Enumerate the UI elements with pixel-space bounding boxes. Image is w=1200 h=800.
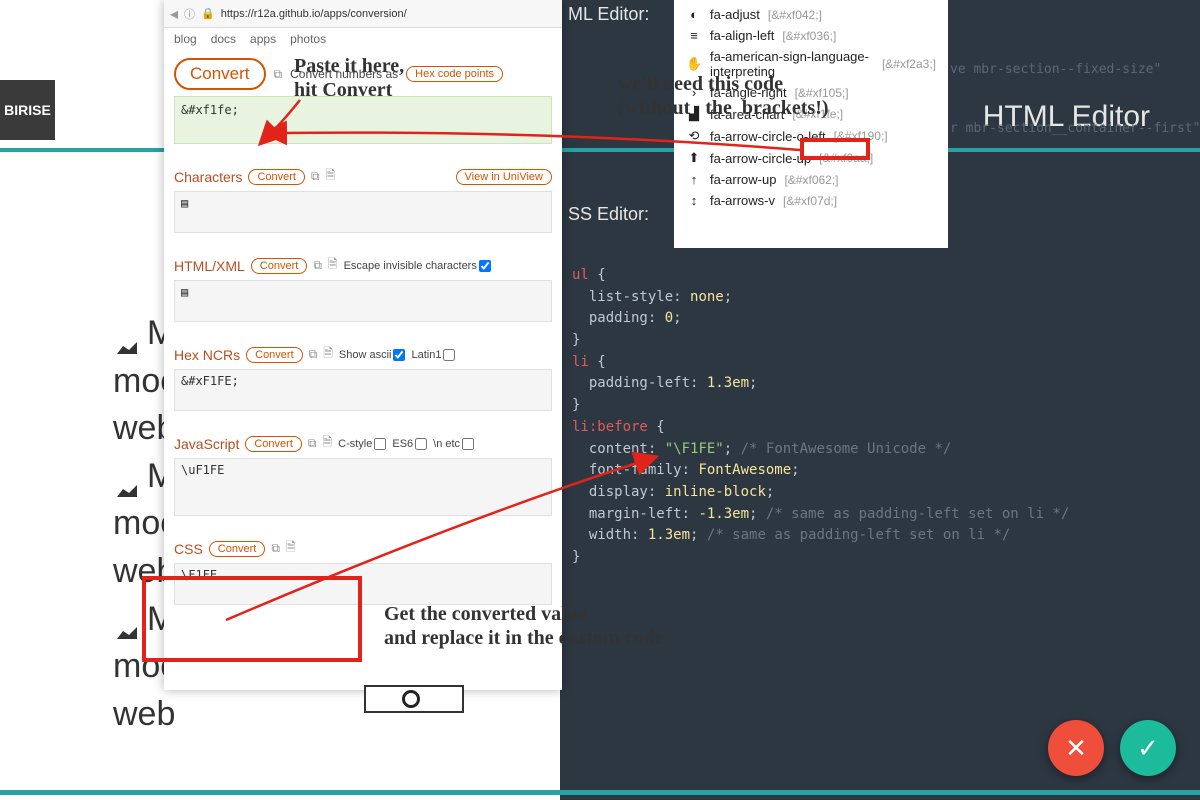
highlight-box-css-output [142,576,362,662]
convert-button[interactable]: Convert [174,58,266,90]
icon-code: [&#xf042;] [768,8,822,22]
icon-name[interactable]: fa-arrow-up [710,172,776,187]
icon-reference-panel: ◐ fa-adjust [&#xf042;] ≡ fa-align-left [&#xf… [674,0,948,248]
characters-title: Characters [174,169,242,185]
htmlxml-convert-button[interactable]: Convert [251,258,308,274]
css-convert-button[interactable]: Convert [209,541,266,557]
align-left-icon: ≡ [686,28,702,43]
back-icon[interactable]: ◂ [170,4,178,24]
icon-name[interactable]: fa-arrows-v [710,193,775,208]
copy-icon[interactable]: ⧉ [308,436,317,451]
icon-code: [&#xf2a3;] [882,57,936,71]
list-item: ◐ fa-adjust [&#xf042;] [686,4,936,25]
annotation-paste: Paste it here, hit Convert [294,54,404,102]
check-icon: ✓ [1137,733,1159,764]
nav-docs[interactable]: docs [211,32,236,46]
list-item: ≡ fa-align-left [&#xf036;] [686,25,936,46]
copy-icon[interactable]: ⧉ [311,169,320,184]
copy-icon[interactable]: ⧉ [309,347,318,362]
arrow-circle-left-icon: ⟲ [686,128,702,144]
list-item: ↑ fa-arrow-up [&#xf062;] [686,169,936,190]
characters-convert-button[interactable]: Convert [248,169,305,185]
lock-icon: 🔒 [201,7,215,20]
arrow-up-icon: ↑ [686,172,702,187]
icon-name[interactable]: fa-align-left [710,28,774,43]
asl-icon: ✋ [686,56,702,72]
show-ascii-checkbox[interactable]: Show ascii [339,349,406,361]
javascript-convert-button[interactable]: Convert [245,436,302,452]
nav-blog[interactable]: blog [174,32,197,46]
highlight-box-code [800,138,870,160]
nav-photos[interactable]: photos [290,32,326,46]
url-input[interactable] [221,8,556,20]
hexncr-title: Hex NCRs [174,347,240,363]
icon-name[interactable]: fa-adjust [710,7,760,22]
javascript-title: JavaScript [174,436,239,452]
arrows-v-icon: ↕ [686,193,702,208]
info-icon[interactable]: ⓘ [184,6,195,22]
javascript-output[interactable]: \uF1FE [174,458,552,516]
icon-name[interactable]: fa-arrow-circle-up [710,151,811,166]
faint-html-code: ve mbr-section--fixed-size" r mbr-sectio… [950,60,1200,138]
confirm-button[interactable]: ✓ [1120,720,1176,776]
decorative-stripe-bottom [0,790,1200,795]
html-editor-label: ML Editor: [568,4,649,25]
icon-code: [&#xf036;] [782,29,836,43]
doc-icon[interactable]: 🗎 [322,433,332,454]
input-textarea[interactable]: &#xf1fe; [174,96,552,144]
brand-badge: BIRISE [0,80,55,140]
list-item: ↕ fa-arrows-v [&#xf07d;] [686,190,936,211]
css-title: CSS [174,541,203,557]
css-editor-code[interactable]: ul { list-style: none; padding: 0; } li … [572,265,1192,569]
hexncr-output[interactable]: &#xF1FE; [174,369,552,411]
characters-output[interactable]: ▤ [174,191,552,233]
doc-icon[interactable]: 🗎 [323,344,333,365]
es6-checkbox[interactable]: ES6 [392,438,427,450]
icon-code: [&#xf07d;] [783,194,837,208]
hexncr-convert-button[interactable]: Convert [246,347,303,363]
css-editor-label: SS Editor: [568,204,649,225]
arrow-circle-up-icon: ⬆ [686,150,702,166]
thumbnail-preview [364,685,464,713]
nnetc-checkbox[interactable]: \n etc [433,438,474,450]
escape-invisible-checkbox[interactable]: Escape invisible characters [344,260,491,272]
doc-icon[interactable]: 🗎 [328,255,338,276]
cstyle-checkbox[interactable]: C-style [338,438,386,450]
htmlxml-output[interactable]: ▤ [174,280,552,322]
site-nav: blog docs apps photos [164,28,562,50]
annotation-needcode: we'll need this code (without the bracke… [618,72,829,120]
hex-code-points-button[interactable]: Hex code points [406,66,503,82]
close-icon: ✕ [1065,733,1087,764]
magnifier-icon [402,690,420,708]
copy-icon[interactable]: ⧉ [274,67,283,82]
adjust-icon: ◐ [686,7,702,22]
icon-code: [&#xf062;] [784,173,838,187]
doc-icon[interactable]: 🗎 [326,166,336,187]
htmlxml-title: HTML/XML [174,258,245,274]
copy-icon[interactable]: ⧉ [271,541,280,556]
copy-icon[interactable]: ⧉ [313,258,322,273]
latin1-checkbox[interactable]: Latin1 [411,349,455,361]
annotation-getconverted: Get the converted value and replace it i… [384,602,664,650]
view-uniview-button[interactable]: View in UniView [456,169,552,185]
cancel-button[interactable]: ✕ [1048,720,1104,776]
nav-apps[interactable]: apps [250,32,276,46]
doc-icon[interactable]: 🗎 [286,538,296,559]
url-bar: ◂ ⓘ 🔒 [164,0,562,28]
